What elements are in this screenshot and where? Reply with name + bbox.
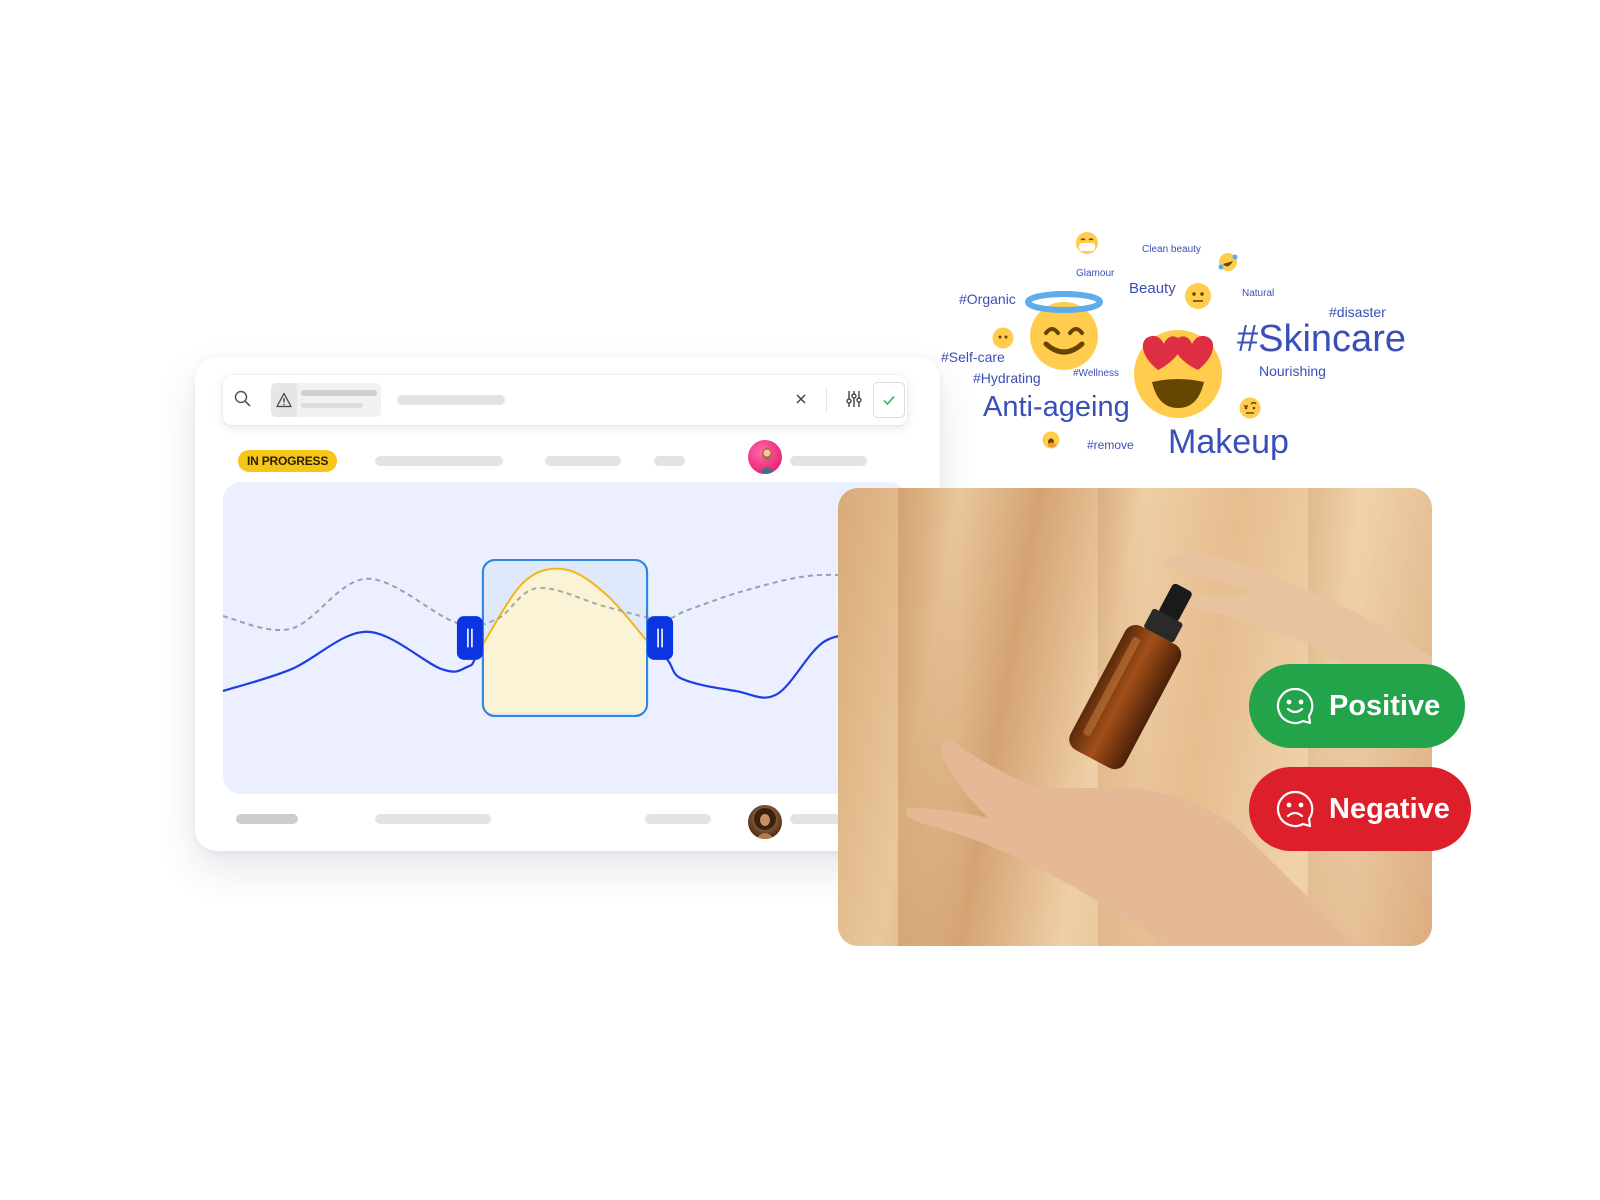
word-remove[interactable]: #remove — [1087, 439, 1134, 451]
word-self-care[interactable]: #Self-care — [941, 350, 1005, 364]
positive-label: Positive — [1329, 689, 1441, 722]
status-badge: IN PROGRESS — [238, 450, 338, 472]
timeline-chart[interactable] — [222, 482, 908, 794]
smile-chat-icon — [1276, 687, 1314, 725]
negative-sentiment-button[interactable]: Negative — [1249, 767, 1471, 851]
mask-emoji-icon — [1076, 232, 1098, 254]
heart-eyes-emoji-icon — [1134, 330, 1222, 418]
word-glamour[interactable]: Glamour — [1076, 269, 1114, 279]
word-natural[interactable]: Natural — [1242, 289, 1274, 299]
word-organic[interactable]: #Organic — [959, 292, 1016, 306]
confirm-button[interactable] — [873, 382, 905, 418]
footer-placeholder — [645, 814, 711, 824]
negative-label: Negative — [1329, 792, 1450, 825]
warning-triangle-icon — [271, 383, 297, 417]
meta-placeholder — [654, 456, 685, 466]
footer-placeholder — [375, 814, 491, 824]
frown-chat-icon — [1276, 790, 1314, 828]
avatar[interactable] — [748, 805, 782, 839]
selection-handle-right[interactable] — [647, 616, 674, 660]
footer-placeholder — [236, 814, 298, 824]
search-bar[interactable] — [223, 375, 907, 425]
meta-placeholder — [375, 456, 503, 466]
word-nourishing[interactable]: Nourishing — [1259, 364, 1326, 378]
divider — [826, 387, 827, 413]
yawning-face-emoji-icon — [1042, 431, 1060, 449]
filter-chip[interactable] — [271, 383, 381, 417]
selection-handle-left[interactable] — [456, 616, 483, 660]
chip-placeholder-line — [301, 403, 363, 408]
search-icon[interactable] — [233, 389, 253, 409]
assignee-placeholder — [790, 456, 867, 466]
chip-placeholder-line — [301, 390, 377, 396]
avatar[interactable] — [748, 440, 782, 474]
word-makeup[interactable]: Makeup — [1168, 425, 1289, 459]
positive-sentiment-button[interactable]: Positive — [1249, 664, 1465, 748]
word-clean-beauty[interactable]: Clean beauty — [1142, 245, 1201, 255]
rolling-laughing-emoji-icon — [1218, 253, 1238, 271]
raised-eyebrow-emoji-icon — [1239, 397, 1261, 419]
analysis-card: IN PROGRESS — [195, 357, 940, 851]
word-beauty[interactable]: Beauty — [1129, 281, 1176, 296]
word-hydrating[interactable]: #Hydrating — [973, 371, 1041, 385]
no-mouth-face-emoji-icon — [992, 327, 1014, 349]
chart-svg — [222, 559, 908, 717]
sliders-icon[interactable] — [843, 388, 865, 410]
smiling-halo-emoji-icon — [1025, 291, 1103, 370]
word-anti-ageing[interactable]: Anti-ageing — [983, 393, 1130, 422]
check-icon — [883, 396, 895, 406]
search-placeholder-line — [397, 395, 505, 405]
word-skincare[interactable]: #Skincare — [1237, 320, 1406, 358]
neutral-face-emoji-icon — [1185, 283, 1211, 309]
close-icon[interactable] — [791, 389, 811, 409]
meta-placeholder — [545, 456, 621, 466]
word-disaster[interactable]: #disaster — [1329, 305, 1386, 319]
word-wellness[interactable]: #Wellness — [1073, 369, 1119, 379]
